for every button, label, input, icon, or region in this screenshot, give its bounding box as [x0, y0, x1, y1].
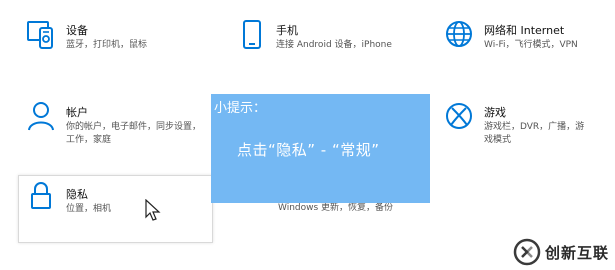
lock-icon: [26, 180, 60, 214]
watermark: 创新互联: [513, 238, 609, 266]
settings-tile-accounts[interactable]: 帐户 你的帐户，电子邮件，同步设置， 工作，家庭: [26, 100, 211, 150]
settings-tile-privacy[interactable]: 隐私 位置，相机: [26, 180, 206, 230]
devices-icon: [26, 18, 60, 52]
tip-text: 点击“隐私” - “常规”: [237, 141, 380, 159]
watermark-text: 创新互联: [544, 243, 609, 262]
tile-title: 帐户: [66, 106, 88, 119]
settings-tile-phone[interactable]: 手机 连接 Android 设备，iPhone: [238, 18, 418, 58]
tile-subtitle: 位置，相机: [66, 204, 112, 214]
tile-subtitle-line2: 戏模式: [484, 135, 512, 145]
mouse-cursor-icon: [145, 199, 161, 221]
globe-icon: [444, 18, 478, 52]
settings-tile-gaming[interactable]: 游戏 游戏栏，DVR，广播，游 戏模式: [444, 100, 615, 150]
settings-tile-network[interactable]: 网络和 Internet Wi-Fi，飞行模式，VPN: [444, 18, 615, 58]
tile-title: 游戏: [484, 106, 506, 119]
brand-logo-icon: [513, 238, 541, 266]
person-icon: [26, 100, 60, 134]
tile-subtitle: Windows 更新，恢复，备份: [278, 203, 394, 213]
phone-icon: [238, 18, 272, 52]
settings-tile-devices[interactable]: 设备 蓝牙，打印机，鼠标: [26, 18, 206, 58]
tile-title: 设备: [66, 24, 88, 37]
tile-subtitle-line2: 工作，家庭: [66, 135, 112, 145]
tile-title: 隐私: [66, 188, 88, 201]
tile-title: 网络和 Internet: [484, 24, 565, 37]
tip-overlay: 小提示： 点击“隐私” - “常规”: [211, 94, 430, 203]
xbox-icon: [444, 100, 478, 134]
tile-subtitle: 连接 Android 设备，iPhone: [276, 40, 392, 50]
tile-subtitle: Wi-Fi，飞行模式，VPN: [484, 40, 578, 50]
tile-subtitle: 蓝牙，打印机，鼠标: [66, 40, 148, 50]
tile-title: 手机: [276, 24, 298, 37]
tip-title: 小提示：: [214, 101, 267, 116]
